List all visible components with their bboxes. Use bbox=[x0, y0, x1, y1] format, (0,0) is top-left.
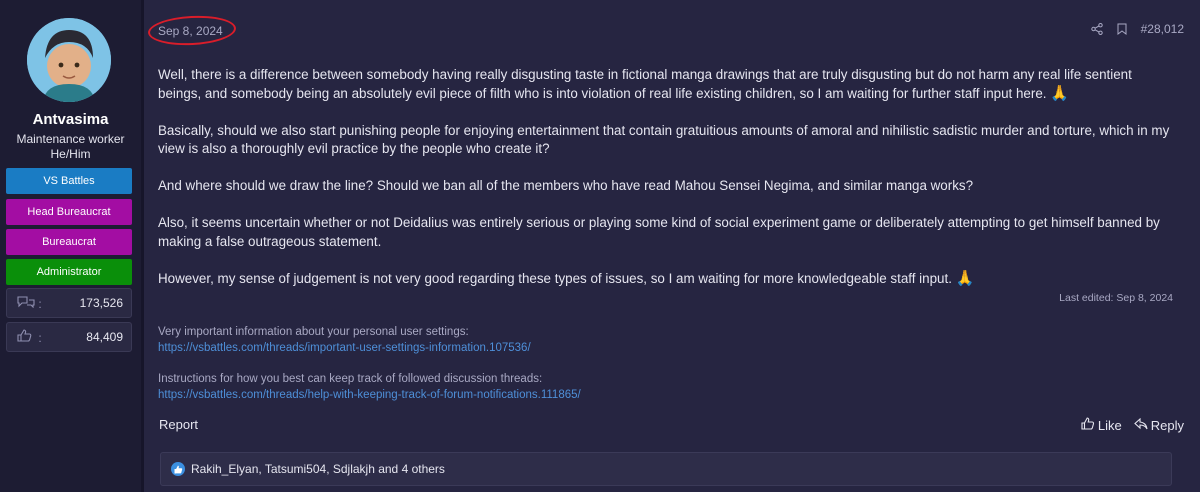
banner-administrator: Administrator bbox=[6, 259, 132, 285]
signature-text: Very important information about your pe… bbox=[158, 326, 469, 338]
user-sidebar: Antvasima Maintenance worker He/Him VS B… bbox=[0, 0, 141, 492]
post-date[interactable]: Sep 8, 2024 bbox=[158, 24, 223, 38]
messages-icon: : bbox=[17, 295, 42, 311]
user-title: Maintenance worker He/Him bbox=[0, 132, 141, 162]
banner-vs-battles: VS Battles bbox=[6, 168, 132, 194]
banner-bureaucrat: Bureaucrat bbox=[6, 229, 132, 255]
messages-stat[interactable]: : 173,526 bbox=[6, 288, 132, 318]
post-paragraph: Also, it seems uncertain whether or not … bbox=[158, 214, 1178, 251]
reply-label: Reply bbox=[1150, 417, 1184, 433]
reactions-stat[interactable]: : 84,409 bbox=[6, 322, 132, 352]
pray-emoji: 🙏 bbox=[955, 269, 975, 287]
signature-block-2: Instructions for how you best can keep t… bbox=[158, 371, 581, 403]
username[interactable]: Antvasima bbox=[0, 111, 141, 128]
paragraph-text: Well, there is a difference between some… bbox=[158, 67, 1132, 101]
report-button[interactable]: Report bbox=[159, 417, 198, 432]
post-number[interactable]: #28,012 bbox=[1141, 22, 1184, 36]
post-body: Well, there is a difference between some… bbox=[158, 66, 1178, 307]
share-icon[interactable] bbox=[1090, 23, 1103, 35]
post-paragraph: Well, there is a difference between some… bbox=[158, 66, 1178, 103]
post-container: Sep 8, 2024 #28,012 Well, there is a dif… bbox=[144, 0, 1200, 492]
post-top-actions: #28,012 bbox=[1090, 22, 1184, 36]
bookmark-icon[interactable] bbox=[1117, 23, 1127, 35]
messages-count: 173,526 bbox=[79, 296, 123, 310]
signature-link[interactable]: https://vsbattles.com/threads/important-… bbox=[158, 340, 531, 356]
user-pronouns: He/Him bbox=[50, 147, 91, 161]
post-paragraph: Basically, should we also start punishin… bbox=[158, 122, 1178, 159]
reactions-count: 84,409 bbox=[86, 330, 123, 344]
last-edited[interactable]: Last edited: Sep 8, 2024 bbox=[1059, 292, 1173, 304]
like-label: Like bbox=[1097, 417, 1122, 433]
like-reaction-icon bbox=[171, 462, 185, 476]
reply-button[interactable]: Reply bbox=[1133, 417, 1184, 433]
reply-icon bbox=[1133, 417, 1148, 433]
paragraph-text: And where should we draw the line? Shoul… bbox=[158, 178, 974, 193]
paragraph-text: Basically, should we also start punishin… bbox=[158, 122, 1170, 157]
banner-head-bureaucrat: Head Bureaucrat bbox=[6, 199, 132, 225]
post-actions: Like Reply bbox=[1081, 417, 1184, 433]
post-paragraph: And where should we draw the line? Shoul… bbox=[158, 177, 1178, 196]
thumbs-up-icon: : bbox=[17, 329, 42, 345]
avatar[interactable] bbox=[27, 18, 111, 102]
post-paragraph: However, my sense of judgement is not ve… bbox=[158, 270, 1178, 289]
signature-text: Instructions for how you best can keep t… bbox=[158, 373, 543, 385]
signature-link[interactable]: https://vsbattles.com/threads/help-with-… bbox=[158, 387, 581, 403]
thumbs-up-icon bbox=[1081, 417, 1095, 433]
pray-emoji: 🙏 bbox=[1050, 84, 1069, 102]
reactions-text[interactable]: Rakih_Elyan, Tatsumi504, Sdjlakjh and 4 … bbox=[191, 462, 445, 476]
reactions-bar[interactable]: Rakih_Elyan, Tatsumi504, Sdjlakjh and 4 … bbox=[160, 452, 1172, 486]
user-title-line: Maintenance worker bbox=[16, 132, 125, 146]
paragraph-text: Also, it seems uncertain whether or not … bbox=[158, 215, 1160, 249]
paragraph-text: However, my sense of judgement is not ve… bbox=[158, 270, 952, 286]
signature-block-1: Very important information about your pe… bbox=[158, 324, 531, 356]
like-button[interactable]: Like bbox=[1081, 417, 1122, 433]
